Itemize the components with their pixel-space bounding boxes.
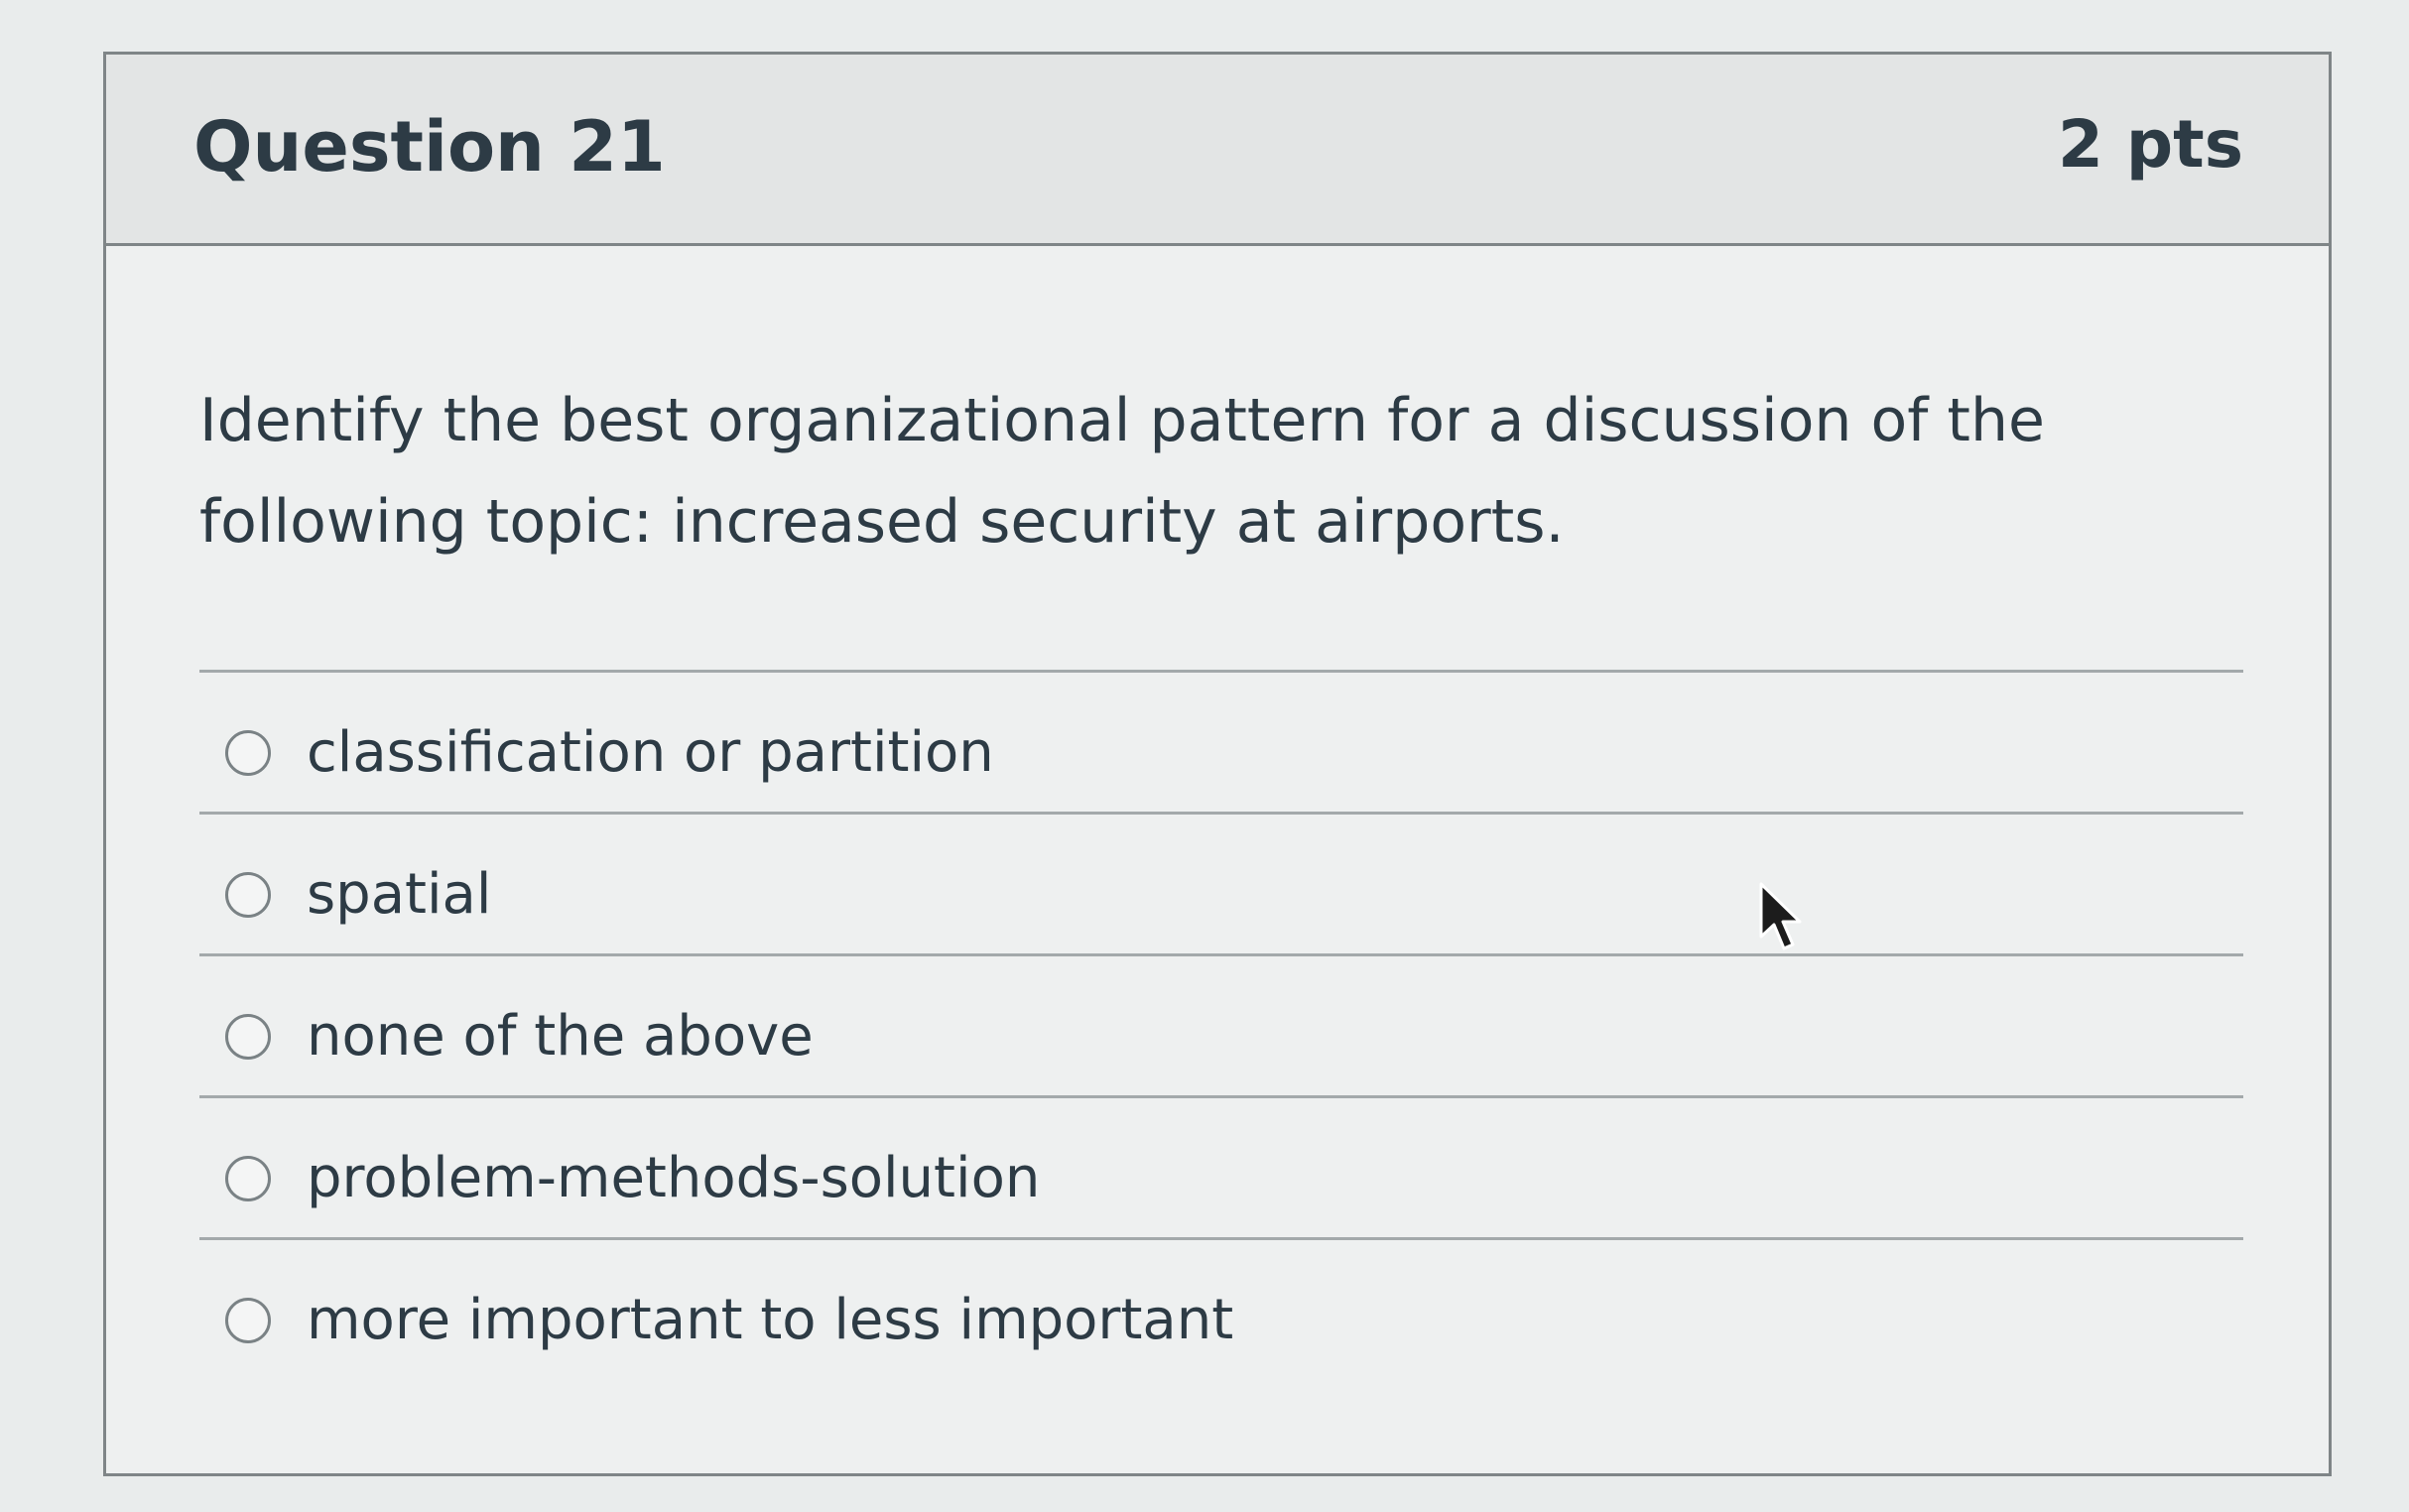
radio-button[interactable] <box>225 872 271 918</box>
question-points: 2 pts <box>2058 106 2243 183</box>
answer-label[interactable]: none of the above <box>307 1004 814 1069</box>
answer-option[interactable]: more important to less important <box>199 1237 2243 1379</box>
mouse-pointer-icon <box>1759 882 1802 950</box>
answer-label[interactable]: more important to less important <box>307 1288 1233 1352</box>
question-title: Question 21 <box>193 106 666 188</box>
radio-button[interactable] <box>225 1298 271 1343</box>
question-header: Question 21 2 pts <box>106 55 2329 246</box>
answer-option[interactable]: classification or partition <box>199 670 2243 812</box>
question-card: Question 21 2 pts Identify the best orga… <box>103 52 2332 1476</box>
answer-option[interactable]: spatial <box>199 812 2243 953</box>
answer-option[interactable]: problem-methods-solution <box>199 1095 2243 1237</box>
answer-option[interactable]: none of the above <box>199 953 2243 1095</box>
question-text: Identify the best organizational pattern… <box>199 386 2045 557</box>
answer-label[interactable]: spatial <box>307 862 491 927</box>
answer-label[interactable]: problem-methods-solution <box>307 1146 1040 1210</box>
radio-button[interactable] <box>225 1014 271 1060</box>
answer-list: classification or partition spatial none… <box>199 670 2243 1379</box>
answer-label[interactable]: classification or partition <box>307 720 994 785</box>
radio-button[interactable] <box>225 1156 271 1201</box>
radio-button[interactable] <box>225 730 271 776</box>
